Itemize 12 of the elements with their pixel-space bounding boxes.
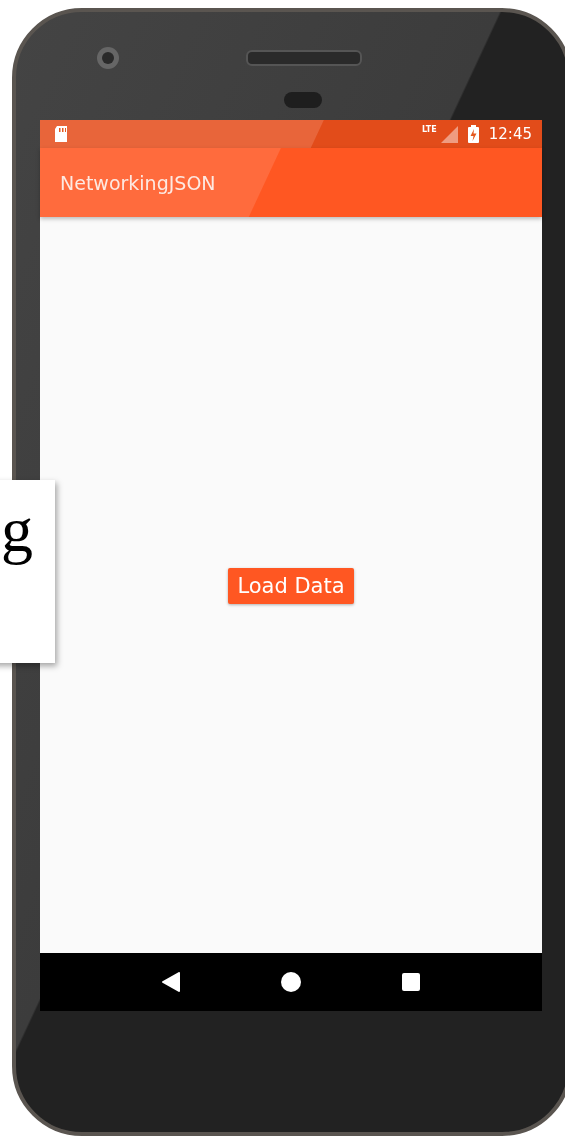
battery-icon bbox=[467, 125, 479, 143]
home-icon[interactable] bbox=[281, 972, 301, 992]
recents-icon[interactable] bbox=[401, 973, 420, 991]
network-label: LTE bbox=[422, 125, 437, 134]
sensor bbox=[284, 92, 322, 108]
signal-icon bbox=[440, 125, 458, 143]
load-data-button[interactable]: Load Data bbox=[228, 568, 354, 604]
app-title: NetworkingJSON bbox=[60, 171, 216, 194]
clock: 12:45 bbox=[488, 125, 532, 143]
back-icon[interactable] bbox=[162, 972, 181, 992]
camera-icon bbox=[96, 46, 120, 70]
sd-card-icon bbox=[54, 126, 68, 142]
